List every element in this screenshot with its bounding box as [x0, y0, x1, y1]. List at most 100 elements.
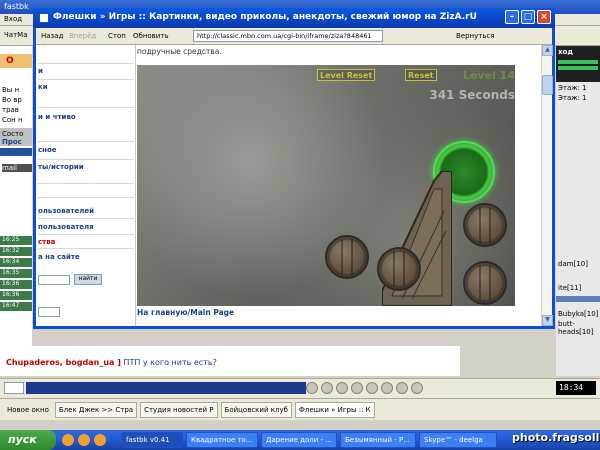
chat-input[interactable]	[26, 382, 306, 394]
chat-time: 16:36	[0, 280, 32, 289]
chat-time: 16:35	[0, 269, 32, 278]
bg-right-header: ход	[558, 48, 573, 56]
small-input[interactable]	[38, 307, 60, 317]
sidebar-divider	[38, 79, 134, 80]
sidebar-divider	[38, 63, 134, 64]
stop-button[interactable]: Стоп	[108, 32, 126, 40]
tab-flash-games[interactable]: Флешки » Игры :: К	[294, 401, 375, 418]
windows-taskbar: пуск fastbk v0.41 Квадратное то... Дарен…	[0, 430, 600, 450]
sidebar-divider	[38, 107, 134, 108]
bg-left-text: Сон н	[2, 116, 23, 124]
sidebar-divider	[38, 218, 134, 219]
taskbar-item-fastbk[interactable]: fastbk v0.41	[121, 432, 183, 448]
filter-icon[interactable]	[366, 382, 378, 394]
watermark: photo.fragsolls.ru	[512, 431, 600, 444]
taskbar-item[interactable]: Дарение доли - ...	[261, 432, 337, 448]
time-indicator: 341 Seconds	[429, 88, 515, 102]
chat-input-small[interactable]	[4, 382, 24, 394]
popup-scrollbar[interactable]: ▲ ▼	[541, 45, 553, 326]
taskbar-item-skype[interactable]: Skype™ - deelga	[419, 432, 497, 448]
wooden-ball-icon[interactable]	[463, 203, 507, 247]
chat-time: 16:34	[0, 258, 32, 267]
clear-icon[interactable]	[336, 382, 348, 394]
sidebar-link[interactable]: а на сайте	[38, 253, 80, 261]
taskbar-item[interactable]: Безымянный - Р...	[340, 432, 416, 448]
smiley-icon[interactable]	[306, 382, 318, 394]
sidebar-divider	[38, 141, 134, 142]
sidebar-link-red[interactable]: ства	[38, 238, 55, 246]
bg-right-user[interactable]: dam[10]	[558, 260, 588, 268]
bg-left-mail[interactable]: mail	[2, 164, 32, 172]
scroll-up-button[interactable]: ▲	[542, 45, 553, 56]
settings-icon[interactable]	[351, 382, 363, 394]
sidebar-link[interactable]: сное	[38, 146, 57, 154]
bg-left-header: О	[0, 54, 32, 68]
sidebar-divider	[38, 248, 134, 249]
quick-launch	[62, 434, 118, 446]
quick-launch-icon[interactable]	[62, 434, 74, 446]
taskbar-item[interactable]: Квадратное то...	[186, 432, 258, 448]
sidebar-link[interactable]: и и чтиво	[38, 113, 76, 121]
back-button[interactable]: Назад	[41, 32, 63, 40]
popup-titlebar[interactable]: Флешки » Игры :: Картинки, видео приколы…	[33, 8, 555, 28]
tab-new-window[interactable]: Новое окно	[4, 403, 52, 417]
sidebar-link[interactable]: ки	[38, 83, 48, 91]
sidebar-divider	[38, 183, 134, 184]
site-search-button[interactable]: найти	[74, 274, 102, 285]
popup-title: Флешки » Игры :: Картинки, видео приколы…	[53, 12, 477, 22]
site-search-input[interactable]	[38, 275, 70, 285]
site-sidebar: и ки и и чтиво сное ты/истории ользовате…	[36, 45, 136, 326]
popup-navbar: Назад Вперёд Стоп Обновить http://classi…	[36, 28, 552, 45]
bg-right-user[interactable]: butt-heads[10]	[558, 320, 600, 336]
chat-message-line: Chupaderos, bogdan_ua ] ПТП у кого нить …	[6, 358, 217, 367]
wooden-ball-icon[interactable]	[325, 235, 369, 279]
bg-right-user[interactable]: Bubyka[10]	[558, 310, 598, 318]
return-button[interactable]: Вернуться	[456, 32, 495, 40]
close-button[interactable]: ×	[537, 10, 551, 24]
bg-left-view[interactable]: Прос	[2, 138, 22, 146]
bg-left-text: трав	[2, 106, 19, 114]
game-clock: 18:34	[556, 381, 596, 395]
tab-fight-club[interactable]: Бойцовский клуб	[220, 401, 292, 418]
bg-right-panel: ход Этаж: 1 Этаж: 1 dam[10] ite[11] Buby…	[556, 46, 600, 376]
maximize-button[interactable]: □	[521, 10, 535, 24]
address-field[interactable]: http://classic.mbn.com.ua/cgi-bin/iframe…	[193, 30, 383, 42]
refresh-button[interactable]: Обновить	[133, 32, 169, 40]
wooden-ball-icon[interactable]	[377, 247, 421, 291]
tab-news-studio[interactable]: Студия новостей Р	[140, 401, 218, 418]
sidebar-link[interactable]: и	[38, 67, 43, 75]
bg-right-health-bar	[558, 66, 598, 70]
reset-button[interactable]: Reset	[405, 69, 437, 81]
bg-right-user[interactable]: ite[11]	[558, 284, 581, 292]
scroll-down-button[interactable]: ▼	[542, 315, 553, 326]
main-page-link[interactable]: На главную/Main Page	[137, 308, 234, 317]
forward-button[interactable]: Вперёд	[69, 32, 96, 40]
minimize-button[interactable]: –	[505, 10, 519, 24]
sidebar-link[interactable]: ты/истории	[38, 163, 84, 171]
sound-icon[interactable]	[381, 382, 393, 394]
chat-toolbar-icons	[306, 382, 423, 394]
level-reset-button[interactable]: Level Reset	[317, 69, 376, 81]
start-button[interactable]: пуск	[0, 430, 56, 450]
bg-menu-login[interactable]: Вход	[4, 15, 22, 23]
tab-blackjack[interactable]: Блек Джек >> Стра	[54, 401, 138, 418]
quick-launch-icon[interactable]	[78, 434, 90, 446]
refresh-icon[interactable]	[396, 382, 408, 394]
app-tabs-bar: Новое окно Блек Джек >> Стра Студия ново…	[0, 398, 600, 420]
chat-message-text: ПТП у кого нить есть?	[123, 358, 217, 367]
flash-game-area[interactable]: Level Reset Reset Level 14 341 Seconds	[137, 65, 515, 306]
sidebar-link[interactable]: ользователей	[38, 207, 94, 215]
bg-left-text: Во вр	[2, 96, 22, 104]
chat-time: 16:36	[0, 291, 32, 300]
bg-toolbar-chat[interactable]: ЧатМа	[4, 31, 28, 39]
sidebar-link[interactable]: пользователя	[38, 223, 94, 231]
quick-launch-icon[interactable]	[94, 434, 106, 446]
palette-icon[interactable]	[321, 382, 333, 394]
bg-left-status: Состо	[2, 130, 24, 138]
exit-icon[interactable]	[411, 382, 423, 394]
chat-recipients[interactable]: Chupaderos, bogdan_ua ]	[6, 358, 121, 367]
wooden-ball-icon[interactable]	[463, 261, 507, 305]
scroll-thumb[interactable]	[542, 75, 553, 95]
chat-time: 16:32	[0, 247, 32, 256]
level-indicator: Level 14	[462, 69, 515, 82]
